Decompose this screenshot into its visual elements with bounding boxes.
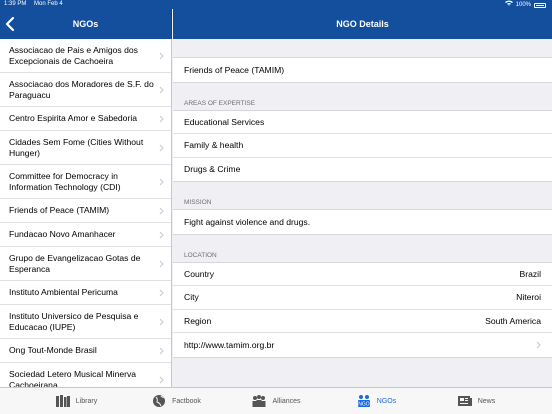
expertise-header: AREAS OF EXPERTISE bbox=[184, 99, 256, 107]
mission-text: Fight against violence and drugs. bbox=[173, 210, 552, 234]
list-item-label: Associacao dos Moradores de S.F. do Para… bbox=[9, 78, 154, 100]
tab-label: News bbox=[477, 397, 496, 405]
list-item-label: Friends of Peace (TAMIM) bbox=[9, 205, 110, 215]
ngo-name: Friends of Peace (TAMIM) bbox=[173, 58, 552, 82]
chevron-right-icon bbox=[159, 260, 164, 267]
list-item[interactable]: Associacao dos Moradores de S.F. do Para… bbox=[0, 73, 171, 107]
list-item[interactable]: Ong Tout-Monde Brasil bbox=[0, 339, 171, 363]
region-value: South America bbox=[485, 315, 541, 326]
status-date: Mon Feb 4 bbox=[34, 1, 63, 7]
tab-bar: Library Factbook Alliances NGO NGOs News bbox=[0, 387, 552, 414]
list-item-label: Associacao de Pais e Amigos dos Excepcio… bbox=[9, 44, 138, 66]
chevron-right-icon bbox=[159, 231, 164, 238]
status-bar: 1:39 PM Mon Feb 4 100% bbox=[0, 0, 552, 9]
list-item[interactable]: Sociedad Letero Musical Minerva Cachoeir… bbox=[0, 363, 171, 387]
tab-alliances[interactable]: Alliances bbox=[226, 388, 326, 414]
detail-nav-bar: NGO Details bbox=[173, 9, 552, 39]
tab-ngos[interactable]: NGO NGOs bbox=[326, 388, 426, 414]
chevron-left-icon bbox=[5, 16, 15, 32]
chevron-right-icon bbox=[159, 347, 164, 354]
master-nav-bar: NGOs bbox=[0, 9, 172, 39]
chevron-right-icon bbox=[159, 52, 164, 59]
name-group: Friends of Peace (TAMIM) bbox=[173, 57, 552, 83]
list-item[interactable]: Centro Espirita Amor e Sabedoria bbox=[0, 107, 171, 131]
chevron-right-icon bbox=[159, 318, 164, 325]
list-item-label: Sociedad Letero Musical Minerva Cachoeir… bbox=[9, 368, 137, 388]
people-icon bbox=[252, 395, 266, 407]
list-item-label: Ong Tout-Monde Brasil bbox=[9, 345, 97, 355]
chevron-right-icon bbox=[159, 144, 164, 151]
globe-icon bbox=[153, 395, 166, 407]
list-item[interactable]: Instituto Ambiental Pericuma bbox=[0, 281, 171, 305]
list-item-label: Grupo de Evangelizacao Gotas de Esperanc… bbox=[9, 252, 141, 274]
list-item-label: Instituto Universico de Pesquisa e Educa… bbox=[9, 310, 139, 332]
location-group: Country Brazil City Niteroi Region South… bbox=[173, 261, 552, 358]
chevron-right-icon bbox=[159, 86, 164, 93]
chevron-right-icon bbox=[159, 115, 164, 122]
region-row: Region South America bbox=[173, 309, 552, 333]
tab-label: Library bbox=[75, 397, 98, 405]
mission-header: MISSION bbox=[184, 199, 212, 206]
list-item[interactable]: Fundacao Novo Amanhacer bbox=[0, 223, 171, 247]
website-url: http://www.tamim.org.br bbox=[184, 339, 275, 350]
mission-group: Fight against violence and drugs. bbox=[173, 209, 552, 235]
tab-label: Alliances bbox=[272, 397, 301, 405]
expertise-group: Educational Services Family & health Dru… bbox=[173, 109, 552, 182]
back-button[interactable] bbox=[4, 16, 18, 32]
expertise-item: Family & health bbox=[173, 134, 552, 158]
website-link[interactable]: http://www.tamim.org.br bbox=[173, 333, 552, 357]
list-item[interactable]: Committee for Democracy in Information T… bbox=[0, 165, 171, 199]
status-time: 1:39 PM bbox=[4, 1, 27, 7]
ngo-detail: Friends of Peace (TAMIM) AREAS OF EXPERT… bbox=[173, 39, 552, 387]
ngo-icon: NGO bbox=[357, 395, 370, 408]
chevron-right-icon bbox=[159, 289, 164, 296]
list-item-label: Cidades Sem Fome (Cities Without Hunger) bbox=[9, 136, 144, 158]
list-item[interactable]: Associacao de Pais e Amigos dos Excepcio… bbox=[0, 39, 171, 73]
master-title: NGOs bbox=[72, 19, 99, 29]
location-header: LOCATION bbox=[184, 251, 217, 259]
chevron-right-icon bbox=[159, 178, 164, 185]
list-item[interactable]: Cidades Sem Fome (Cities Without Hunger) bbox=[0, 131, 171, 165]
tab-label: NGOs bbox=[376, 397, 397, 405]
list-item-label: Centro Espirita Amor e Sabedoria bbox=[9, 113, 138, 123]
list-item-label: Instituto Ambiental Pericuma bbox=[9, 287, 118, 297]
chevron-right-icon bbox=[536, 341, 541, 349]
books-icon bbox=[55, 395, 70, 407]
city-label: City bbox=[184, 292, 199, 303]
chevron-right-icon bbox=[159, 207, 164, 214]
list-item[interactable]: Instituto Universico de Pesquisa e Educa… bbox=[0, 305, 171, 339]
battery-icon bbox=[534, 2, 546, 8]
expertise-item: Drugs & Crime bbox=[173, 157, 552, 181]
tab-factbook[interactable]: Factbook bbox=[126, 388, 226, 414]
list-item-label: Committee for Democracy in Information T… bbox=[9, 170, 121, 192]
region-label: Region bbox=[184, 315, 212, 326]
country-row: Country Brazil bbox=[173, 262, 552, 286]
city-value: Niteroi bbox=[516, 292, 541, 303]
news-icon bbox=[457, 396, 472, 406]
list-item-label: Fundacao Novo Amanhacer bbox=[9, 229, 116, 239]
svg-text:NGO: NGO bbox=[358, 402, 370, 408]
tab-library[interactable]: Library bbox=[26, 388, 126, 414]
country-value: Brazil bbox=[519, 268, 542, 279]
tab-news[interactable]: News bbox=[426, 388, 526, 414]
country-label: Country bbox=[184, 268, 215, 279]
chevron-right-icon bbox=[159, 376, 164, 383]
list-item[interactable]: Friends of Peace (TAMIM) bbox=[0, 199, 171, 223]
list-item[interactable]: Grupo de Evangelizacao Gotas de Esperanc… bbox=[0, 247, 171, 281]
expertise-item: Educational Services bbox=[173, 110, 552, 134]
tab-label: Factbook bbox=[172, 397, 201, 405]
detail-title: NGO Details bbox=[336, 19, 389, 29]
ngo-list: Associacao de Pais e Amigos dos Excepcio… bbox=[0, 39, 172, 387]
city-row: City Niteroi bbox=[173, 286, 552, 310]
